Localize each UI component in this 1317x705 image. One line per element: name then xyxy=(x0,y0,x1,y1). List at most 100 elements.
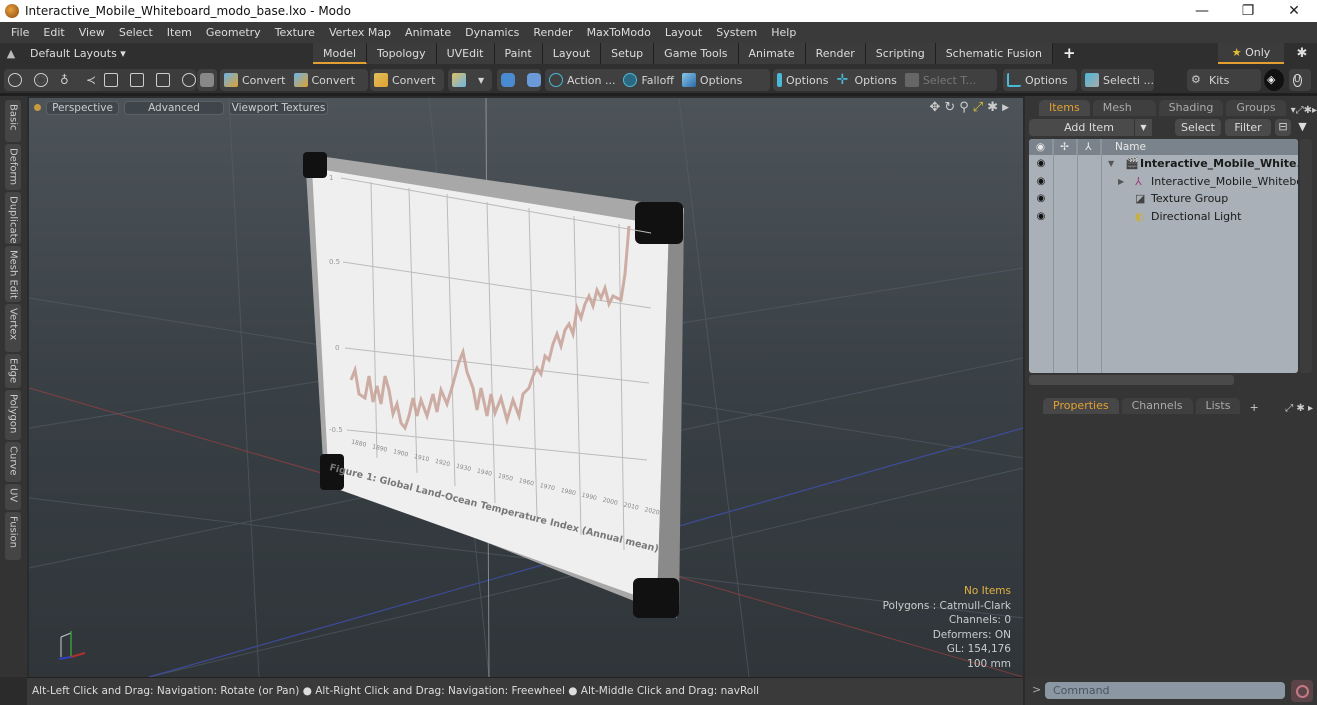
properties-options-icons[interactable]: ⤢ ✱ ▸ xyxy=(1285,403,1313,414)
collapse-arrow-icon[interactable]: ▼ xyxy=(1108,159,1114,168)
tab-paint[interactable]: Paint xyxy=(494,43,543,64)
tab-deform[interactable]: Deform xyxy=(5,144,21,190)
zoom-icon[interactable]: ⚲ xyxy=(959,100,969,116)
viewport-menu-dot[interactable] xyxy=(34,104,41,111)
mesh-shape-button[interactable] xyxy=(197,69,217,91)
default-layouts-dropdown[interactable]: Default Layouts ▾ xyxy=(30,47,310,60)
items-mode-button[interactable] xyxy=(100,69,126,91)
add-item-button[interactable]: Add Item xyxy=(1029,119,1149,136)
tab-mesh[interactable]: Mesh ... xyxy=(1092,100,1156,130)
box-tool-button[interactable] xyxy=(448,69,474,91)
whiteboard-model[interactable]: 1 0.5 0 -0.5 1880 1890 1900 1910 1920 1930 194… xyxy=(303,152,684,618)
tab-lists[interactable]: Lists xyxy=(1195,398,1241,414)
eye-icon[interactable]: ◉ xyxy=(1029,176,1053,187)
eye-icon[interactable]: ◉ xyxy=(1029,193,1053,204)
convert-button-1[interactable]: Convert xyxy=(220,69,290,91)
menu-animate[interactable]: Animate xyxy=(398,26,458,39)
layout-arrow-icon[interactable]: ▲ xyxy=(0,47,22,60)
options-button-1[interactable]: Options xyxy=(678,69,746,91)
menu-render[interactable]: Render xyxy=(526,26,579,39)
menu-dynamics[interactable]: Dynamics xyxy=(458,26,526,39)
tab-edge[interactable]: Edge xyxy=(5,354,21,388)
tab-groups[interactable]: Groups xyxy=(1226,100,1286,116)
menu-maxtomodo[interactable]: MaxToModo xyxy=(580,26,658,39)
tab-schematic-fusion[interactable]: Schematic Fusion xyxy=(935,43,1054,64)
menu-edit[interactable]: Edit xyxy=(36,26,71,39)
convert-button-3[interactable]: Convert xyxy=(370,69,440,91)
item-list-hscrollbar[interactable] xyxy=(1029,375,1234,385)
menu-select[interactable]: Select xyxy=(112,26,160,39)
menu-geometry[interactable]: Geometry xyxy=(199,26,268,39)
tab-render[interactable]: Render xyxy=(805,43,866,64)
tab-scripting[interactable]: Scripting xyxy=(865,43,936,64)
3d-viewport[interactable]: 1 0.5 0 -0.5 1880 1890 1900 1910 1920 1930 194… xyxy=(29,98,1023,677)
type-column-icon[interactable]: ⅄ xyxy=(1077,139,1101,155)
pen-tool-button[interactable]: ♁ xyxy=(56,69,82,91)
item-row-texture-group[interactable]: ◉ ◪ Texture Group xyxy=(1029,190,1298,208)
filter-button[interactable]: Filter xyxy=(1225,119,1271,136)
viewport-textures-dropdown[interactable]: Viewport Textures xyxy=(229,101,328,115)
selection-sets-button[interactable]: Selecti ... xyxy=(1081,69,1158,91)
command-input[interactable]: Command xyxy=(1045,682,1285,699)
menu-vertex-map[interactable]: Vertex Map xyxy=(322,26,398,39)
select-through-button[interactable]: Select T... xyxy=(901,69,980,91)
tab-model[interactable]: Model xyxy=(313,43,368,64)
menu-view[interactable]: View xyxy=(72,26,112,39)
minimize-button[interactable]: — xyxy=(1179,0,1225,22)
rotate-icon[interactable]: ↻ xyxy=(944,100,955,116)
item-row-directional-light[interactable]: ◉ ◐ Directional Light xyxy=(1029,208,1298,226)
funnel-filter-icon[interactable]: ▼ xyxy=(1294,119,1311,136)
action-center-button[interactable]: Action ... xyxy=(545,69,619,91)
symmetry-button-1[interactable] xyxy=(497,69,523,91)
viewport-more-arrow-icon[interactable]: ▶ xyxy=(1002,100,1009,116)
pan-icon[interactable]: ✥ xyxy=(929,100,940,116)
tab-animate[interactable]: Animate xyxy=(738,43,806,64)
tab-items[interactable]: Items xyxy=(1038,100,1090,116)
lock-column-icon[interactable]: ✢ xyxy=(1053,139,1077,155)
polygons-mode-button[interactable] xyxy=(126,69,152,91)
collapse-icon[interactable]: ⊟ xyxy=(1275,119,1291,136)
tab-channels[interactable]: Channels xyxy=(1121,398,1193,414)
panel-options-icons[interactable]: ▾⤢✱▸ xyxy=(1291,105,1317,116)
menu-texture[interactable]: Texture xyxy=(268,26,322,39)
tab-vertex[interactable]: Vertex xyxy=(5,304,21,352)
add-tab-button[interactable]: + xyxy=(1053,43,1086,64)
options-button-4[interactable]: Options xyxy=(1003,69,1071,91)
tab-curve[interactable]: Curve xyxy=(5,442,21,482)
menu-help[interactable]: Help xyxy=(764,26,803,39)
options-button-2[interactable]: Options xyxy=(773,69,832,91)
item-row-mesh[interactable]: ◉ ▶ ⅄ Interactive_Mobile_Whitebo ... xyxy=(1029,173,1298,191)
tab-polygon[interactable]: Polygon xyxy=(5,390,21,440)
options-button-3[interactable]: ✛ Options xyxy=(832,69,900,91)
tab-uvedit[interactable]: UVEdit xyxy=(436,43,495,64)
tab-layout[interactable]: Layout xyxy=(542,43,602,64)
visibility-column-icon[interactable]: ◉ xyxy=(1029,139,1053,155)
viewport-gear-icon[interactable]: ✱ xyxy=(987,100,998,116)
unreal-button[interactable]: U xyxy=(1289,69,1311,91)
tab-basic[interactable]: Basic xyxy=(5,100,21,142)
layout-gear-icon[interactable]: ✱ xyxy=(1290,43,1314,64)
item-list-vscrollbar[interactable] xyxy=(1300,139,1312,373)
close-button[interactable]: ✕ xyxy=(1271,0,1317,22)
tab-topology[interactable]: Topology xyxy=(367,43,437,64)
maximize-icon[interactable]: ⤢ xyxy=(973,100,983,116)
menu-file[interactable]: File xyxy=(4,26,36,39)
select-button[interactable]: Select xyxy=(1175,119,1221,136)
eye-icon[interactable]: ◉ xyxy=(1029,211,1053,222)
falloff-button[interactable]: Falloff xyxy=(619,69,677,91)
eye-icon[interactable]: ◉ xyxy=(1029,158,1053,169)
materials-mode-button[interactable] xyxy=(152,69,178,91)
restore-button[interactable]: ❐ xyxy=(1225,0,1271,22)
tab-setup[interactable]: Setup xyxy=(601,43,655,64)
item-row-scene[interactable]: ◉ ▼ 🎬 Interactive_Mobile_White... xyxy=(1029,155,1298,173)
box-dropdown[interactable]: ▼ xyxy=(474,69,488,91)
select-mesh-button[interactable] xyxy=(30,69,56,91)
tab-mesh-edit[interactable]: Mesh Edit xyxy=(5,246,21,302)
menu-item[interactable]: Item xyxy=(160,26,199,39)
unity-button[interactable]: ◈ xyxy=(1264,69,1284,91)
add-item-dropdown[interactable]: ▼ xyxy=(1134,119,1152,136)
tab-uv[interactable]: UV xyxy=(5,484,21,510)
name-column-header[interactable]: Name xyxy=(1101,139,1146,155)
kits-button[interactable]: ⚙ Kits xyxy=(1187,69,1261,91)
shading-dropdown[interactable]: Advanced xyxy=(124,101,224,115)
